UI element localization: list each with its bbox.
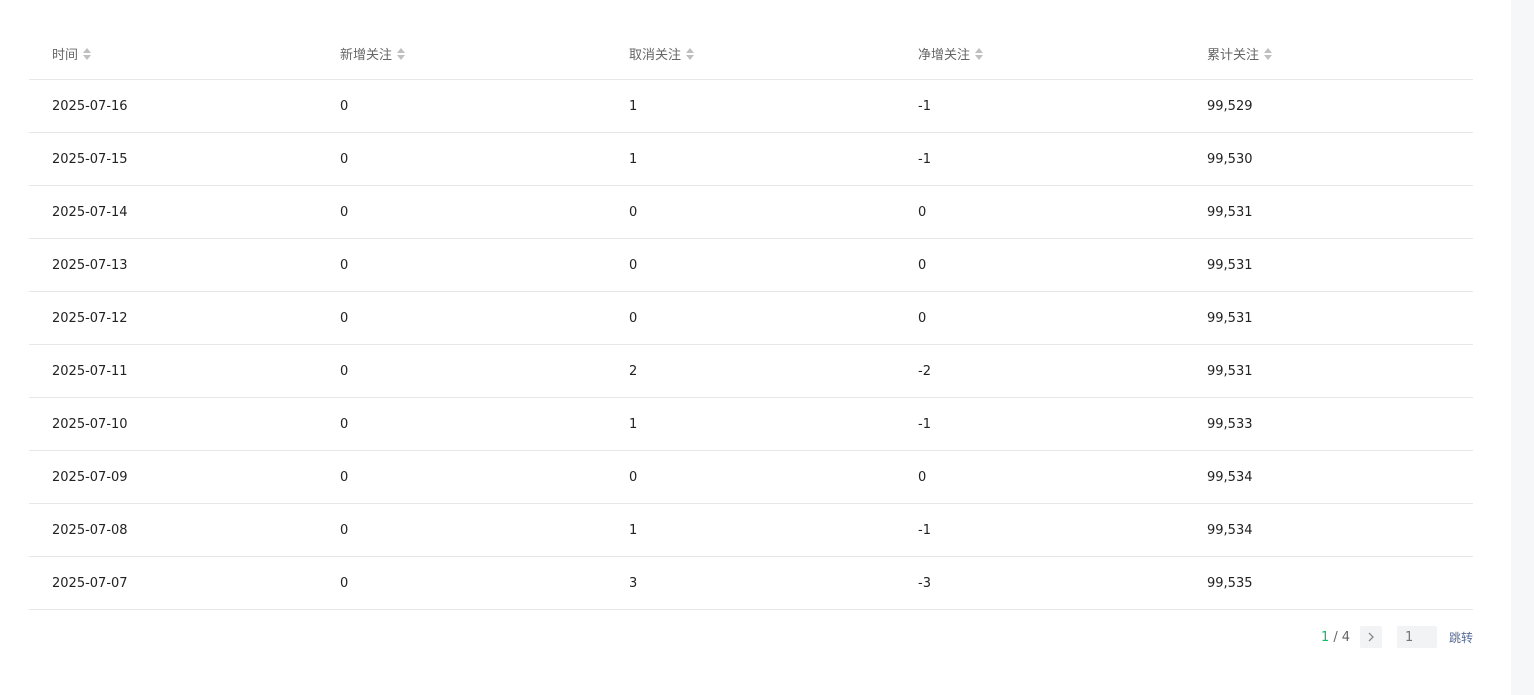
cell-net-follow: 0 [918,204,927,220]
chevron-right-icon [1368,632,1374,642]
cell-unfollow: 0 [629,257,638,273]
scrollbar-track[interactable] [1511,0,1534,695]
cell-new-follow: 0 [340,469,349,485]
cell-net-follow: -1 [918,151,931,167]
next-page-button[interactable] [1359,626,1382,648]
cell-time: 2025-07-11 [52,363,128,379]
cell-total-follow: 99,531 [1207,363,1253,379]
cell-unfollow: 0 [629,469,638,485]
table-row: 2025-07-15 0 1 -1 99,530 [29,133,1473,186]
cell-net-follow: -2 [918,363,931,379]
cell-time: 2025-07-12 [52,310,128,326]
cell-total-follow: 99,534 [1207,522,1253,538]
cell-unfollow: 1 [629,151,638,167]
cell-unfollow: 0 [629,204,638,220]
cell-new-follow: 0 [340,204,349,220]
cell-unfollow: 1 [629,416,638,432]
table-header: 时间 新增关注 取消关注 净增关注 累计关注 [29,28,1473,80]
cell-total-follow: 99,531 [1207,204,1253,220]
page-jump-input[interactable] [1396,626,1437,648]
cell-new-follow: 0 [340,310,349,326]
cell-new-follow: 0 [340,257,349,273]
cell-time: 2025-07-14 [52,204,128,220]
cell-new-follow: 0 [340,363,349,379]
sort-icon[interactable] [396,47,406,61]
cell-net-follow: -1 [918,98,931,114]
table-row: 2025-07-13 0 0 0 99,531 [29,239,1473,292]
cell-net-follow: 0 [918,257,927,273]
cell-net-follow: -1 [918,522,931,538]
table-row: 2025-07-08 0 1 -1 99,534 [29,504,1473,557]
table-row: 2025-07-11 0 2 -2 99,531 [29,345,1473,398]
cell-unfollow: 0 [629,310,638,326]
header-unfollow[interactable]: 取消关注 [606,44,895,63]
table-row: 2025-07-16 0 1 -1 99,529 [29,80,1473,133]
cell-new-follow: 0 [340,575,349,591]
cell-new-follow: 0 [340,151,349,167]
cell-total-follow: 99,533 [1207,416,1253,432]
cell-new-follow: 0 [340,416,349,432]
cell-total-follow: 99,531 [1207,257,1253,273]
cell-total-follow: 99,535 [1207,575,1253,591]
page-total: 4 [1341,629,1350,645]
cell-unfollow: 3 [629,575,638,591]
cell-unfollow: 1 [629,98,638,114]
cell-total-follow: 99,534 [1207,469,1253,485]
cell-total-follow: 99,530 [1207,151,1253,167]
cell-net-follow: 0 [918,469,927,485]
table-row: 2025-07-12 0 0 0 99,531 [29,292,1473,345]
header-time[interactable]: 时间 [29,44,317,63]
cell-unfollow: 2 [629,363,638,379]
table-row: 2025-07-14 0 0 0 99,531 [29,186,1473,239]
cell-time: 2025-07-09 [52,469,128,485]
sort-icon[interactable] [685,47,695,61]
header-total-follow[interactable]: 累计关注 [1184,44,1473,63]
cell-new-follow: 0 [340,522,349,538]
sort-icon[interactable] [82,47,92,61]
table-row: 2025-07-10 0 1 -1 99,533 [29,398,1473,451]
cell-time: 2025-07-07 [52,575,128,591]
pagination: 1 / 4 跳转 [1321,626,1473,648]
page-current: 1 [1321,629,1330,645]
stats-table: 时间 新增关注 取消关注 净增关注 累计关注 2025-07-16 0 1 -1… [29,28,1473,610]
cell-net-follow: -3 [918,575,931,591]
cell-time: 2025-07-13 [52,257,128,273]
cell-time: 2025-07-08 [52,522,128,538]
header-net-follow[interactable]: 净增关注 [895,44,1184,63]
cell-time: 2025-07-15 [52,151,128,167]
cell-time: 2025-07-10 [52,416,128,432]
table-row: 2025-07-07 0 3 -3 99,535 [29,557,1473,610]
header-new-follow[interactable]: 新增关注 [317,44,606,63]
cell-new-follow: 0 [340,98,349,114]
sort-icon[interactable] [974,47,984,61]
page-separator: / [1333,629,1338,645]
jump-button[interactable]: 跳转 [1449,629,1473,646]
sort-icon[interactable] [1263,47,1273,61]
table-row: 2025-07-09 0 0 0 99,534 [29,451,1473,504]
cell-net-follow: 0 [918,310,927,326]
cell-time: 2025-07-16 [52,98,128,114]
cell-unfollow: 1 [629,522,638,538]
cell-total-follow: 99,529 [1207,98,1253,114]
cell-net-follow: -1 [918,416,931,432]
cell-total-follow: 99,531 [1207,310,1253,326]
